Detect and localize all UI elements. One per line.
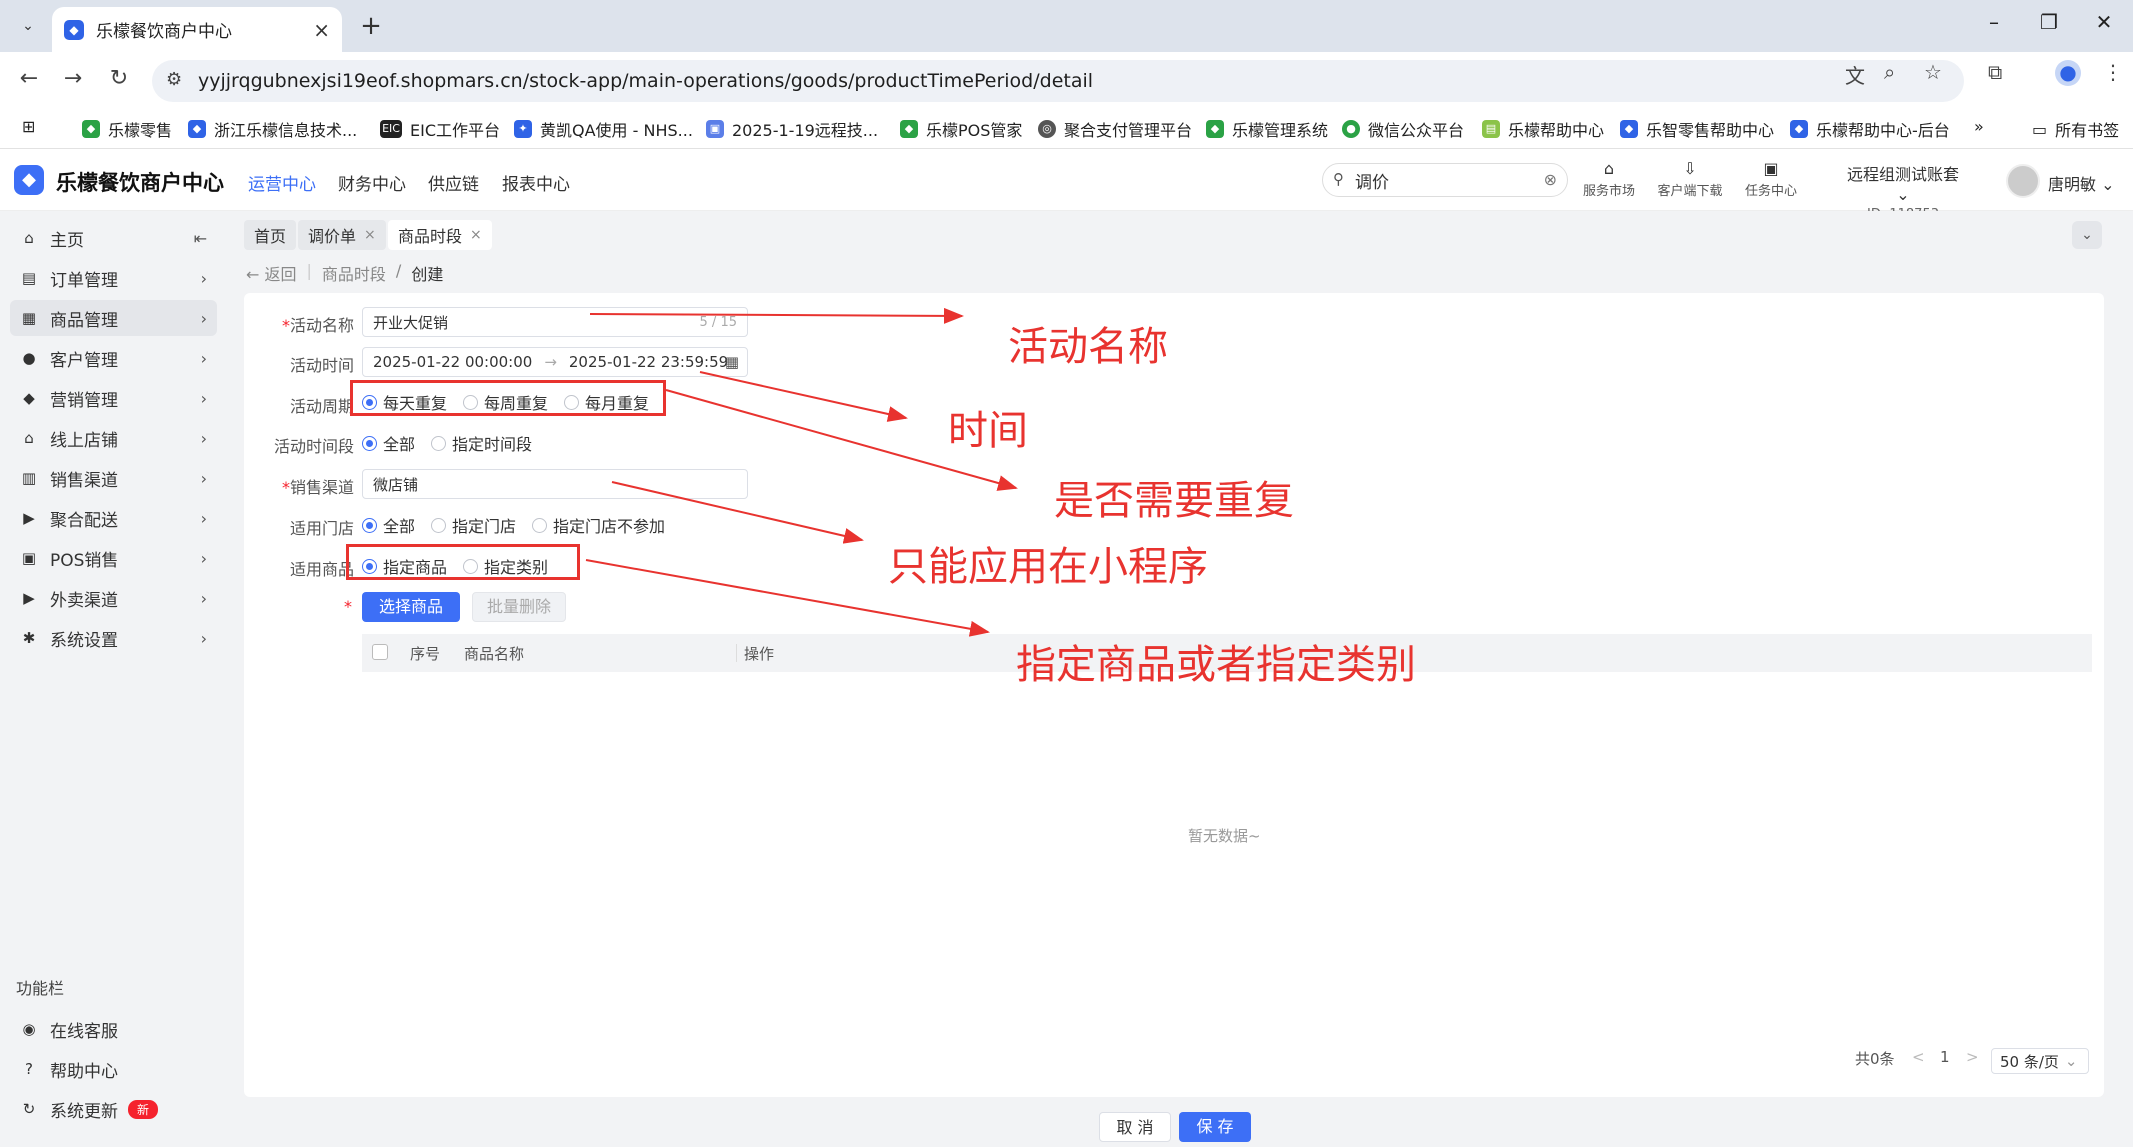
annotation-mini-program: 只能应用在小程序 (888, 544, 1208, 590)
arrow-activity-name (589, 307, 964, 324)
annotation-activity-name: 活动名称 (1008, 324, 1168, 370)
arrow-time (699, 371, 908, 422)
annotation-time: 时间 (948, 408, 1028, 454)
arrow-mini-program (611, 481, 864, 544)
annotation-repeat: 是否需要重复 (1054, 478, 1294, 524)
annotation-goods: 指定商品或者指定类别 (1016, 642, 1416, 688)
